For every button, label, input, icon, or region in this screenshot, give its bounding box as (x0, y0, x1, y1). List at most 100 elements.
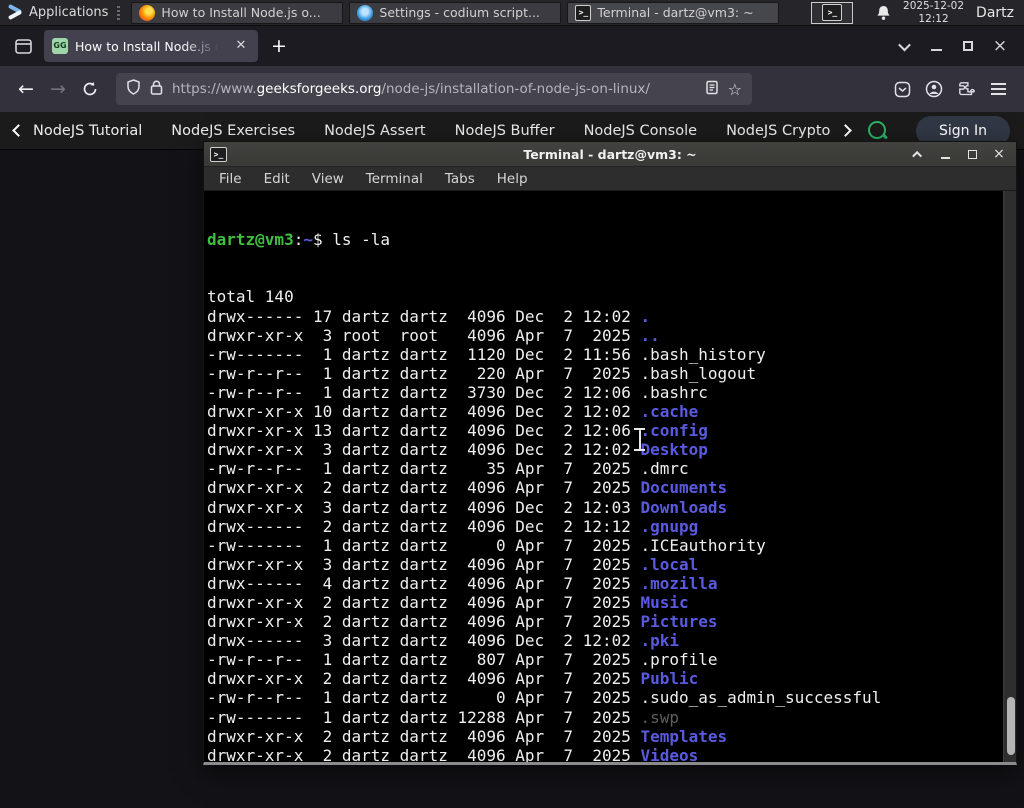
terminal-close-button[interactable]: × (992, 147, 1006, 161)
gfg-nav-link[interactable]: NodeJS Assert (324, 123, 426, 139)
list-all-tabs-button[interactable] (888, 31, 920, 61)
window-task-list: How to Install Node.js o... Settings - c… (125, 1, 780, 24)
terminal-output-line: drwxr-xr-x 13 dartz dartz 4096 Dec 2 12:… (207, 421, 708, 441)
terminal-maximize-button[interactable] (965, 147, 979, 161)
terminal-scrollbar[interactable] (1003, 191, 1016, 762)
reload-button[interactable] (74, 73, 106, 105)
terminal-title: Terminal - dartz@vm3: ~ (523, 146, 697, 162)
url-bar[interactable]: https://www.geeksforgeeks.org/node-js/in… (116, 73, 752, 105)
reader-view-icon[interactable] (705, 80, 719, 99)
taskbar-window-button[interactable]: How to Install Node.js o... (131, 1, 344, 24)
gfg-nav-link[interactable]: NodeJS Exercises (171, 123, 295, 139)
terminal-menu-item[interactable]: Tabs (445, 171, 475, 187)
browser-maximize-button[interactable] (952, 31, 984, 61)
taskbar-window-label: Terminal - dartz@vm3: ~ (597, 5, 754, 20)
forward-button[interactable]: → (42, 73, 74, 105)
tracking-shield-icon[interactable] (126, 79, 141, 99)
terminal-shade-button[interactable] (911, 147, 925, 161)
search-icon[interactable] (866, 119, 890, 143)
terminal-output-line: -rw------- 1 dartz dartz 1120 Dec 2 11:5… (207, 344, 766, 364)
firefox-view-icon[interactable] (8, 31, 38, 61)
taskbar-window-label: Settings - codium script... (379, 5, 540, 20)
taskbar-window-button[interactable]: Settings - codium script... (349, 1, 562, 24)
firefox-navigation-toolbar: ← → https://www.geeksforgeeks.org/node-j… (0, 66, 1024, 112)
gfg-nav-link[interactable]: NodeJS Tutorial (33, 123, 142, 139)
terminal-menu-item[interactable]: Edit (264, 171, 290, 187)
clock-date: 2025-12-02 (903, 0, 965, 12)
panel-clock[interactable]: 2025-12-02 12:12 (903, 0, 964, 25)
back-button[interactable]: ← (10, 73, 42, 105)
gfg-nav-link[interactable]: NodeJS Buffer (455, 123, 555, 139)
terminal-menu-item[interactable]: File (219, 171, 242, 187)
terminal-screen[interactable]: dartz@vm3:~$ ls -la total 140 drwx------ … (204, 191, 1016, 762)
chevron-down-icon (897, 38, 911, 51)
terminal-output-line: drwxr-xr-x 3 dartz dartz 4096 Dec 2 12:0… (207, 497, 728, 517)
terminal-menu-item[interactable]: Terminal (366, 171, 423, 187)
gfg-nav-link[interactable]: NodeJS Crypto (726, 123, 830, 139)
taskbar-window-label: How to Install Node.js o... (161, 5, 321, 20)
terminal-output-line: drwxr-xr-x 3 root root 4096 Apr 7 2025 .… (207, 325, 660, 345)
terminal-output-line: drwxr-xr-x 2 dartz dartz 4096 Apr 7 2025… (207, 669, 699, 689)
pocket-icon[interactable] (886, 73, 918, 105)
menu-hamburger-icon[interactable] (982, 73, 1014, 105)
terminal-output-line: drwx------ 2 dartz dartz 4096 Dec 2 12:1… (207, 516, 699, 536)
terminal-output-line: drwx------ 3 dartz dartz 4096 Dec 2 12:0… (207, 631, 680, 651)
terminal-output-line: -rw------- 1 dartz dartz 0 Apr 7 2025 .I… (207, 535, 766, 555)
new-tab-button[interactable]: + (264, 31, 294, 61)
minimize-icon (930, 49, 942, 51)
notification-bell-icon[interactable] (876, 5, 891, 21)
terminal-prompt-line: dartz@vm3:~$ ls -la (207, 230, 391, 250)
terminal-output-line: -rw-r--r-- 1 dartz dartz 0 Apr 7 2025 .s… (207, 688, 882, 708)
applications-menu-button[interactable]: Applications (0, 0, 115, 26)
user-menu[interactable]: Dartz (976, 5, 1014, 21)
terminal-minimize-button[interactable] (938, 147, 952, 161)
terminal-output-line: drwxr-xr-x 2 dartz dartz 4096 Apr 7 2025… (207, 745, 699, 762)
taskbar-window-button[interactable]: >_ Terminal - dartz@vm3: ~ (567, 1, 780, 24)
browser-minimize-button[interactable] (920, 31, 952, 61)
applications-label: Applications (29, 5, 109, 20)
tab-close-icon[interactable]: ✕ (232, 37, 250, 55)
geeksforgeeks-favicon: GG (52, 38, 68, 54)
browser-close-button[interactable]: × (984, 31, 1016, 61)
terminal-output-line: drwxr-xr-x 3 dartz dartz 4096 Apr 7 2025… (207, 554, 699, 574)
terminal-output-line: drwxr-xr-x 2 dartz dartz 4096 Apr 7 2025… (207, 478, 728, 498)
terminal-output-line: total 140 (207, 287, 294, 307)
terminal-scrollbar-thumb[interactable] (1007, 697, 1015, 755)
terminal-menu-item[interactable]: Help (497, 171, 528, 187)
bookmark-star-icon[interactable]: ☆ (728, 80, 742, 99)
maximize-icon (963, 41, 973, 51)
maximize-icon (967, 149, 977, 159)
terminal-title-bar[interactable]: >_ Terminal - dartz@vm3: ~ × (204, 142, 1016, 167)
terminal-menu-item[interactable]: View (312, 171, 344, 187)
vscodium-icon (357, 4, 374, 21)
account-icon[interactable] (918, 73, 950, 105)
terminal-output-line: -rw-r--r-- 1 dartz dartz 220 Apr 7 2025 … (207, 363, 757, 383)
lock-icon[interactable] (150, 80, 163, 99)
workspace-switcher[interactable]: >_ (811, 1, 854, 24)
terminal-output-line: drwxr-xr-x 2 dartz dartz 4096 Apr 7 2025… (207, 592, 689, 612)
terminal-output-line: drwx------ 17 dartz dartz 4096 Dec 2 12:… (207, 306, 651, 326)
gfg-nav-link[interactable]: NodeJS Console (584, 123, 698, 139)
terminal-app-icon: >_ (210, 146, 227, 162)
desktop-panel: Applications How to Install Node.js o...… (0, 0, 1024, 26)
minimize-icon (940, 156, 950, 159)
prompt-path: ~ (303, 230, 313, 250)
nav-scroll-left-icon[interactable] (12, 124, 25, 137)
terminal-icon: >_ (575, 4, 592, 21)
gfg-nav-links: NodeJS Tutorial NodeJS Exercises NodeJS … (33, 123, 843, 139)
terminal-output-line: drwxr-xr-x 2 dartz dartz 4096 Apr 7 2025… (207, 612, 718, 632)
terminal-output-line: -rw-r--r-- 1 dartz dartz 3730 Dec 2 12:0… (207, 382, 708, 402)
xubuntu-logo-icon (7, 5, 24, 20)
firefox-tab-bar: GG How to Install Node.js on ✕ + × (0, 26, 1024, 66)
terminal-menu-bar: File Edit View Terminal Tabs Help (204, 167, 1016, 191)
prompt-user-host: dartz@vm3 (207, 230, 294, 250)
terminal-window: >_ Terminal - dartz@vm3: ~ × File Edit V… (203, 141, 1017, 765)
panel-separator (117, 5, 121, 20)
browser-tab-active[interactable]: GG How to Install Node.js on ✕ (44, 30, 258, 62)
prompt-command: ls -la (332, 230, 391, 250)
chevron-up-icon (911, 150, 922, 161)
extensions-puzzle-icon[interactable] (950, 73, 982, 105)
terminal-output-line: drwxr-xr-x 10 dartz dartz 4096 Dec 2 12:… (207, 402, 699, 422)
terminal-output-line: -rw------- 1 dartz dartz 12288 Apr 7 202… (207, 707, 680, 727)
terminal-output-line: drwx------ 4 dartz dartz 4096 Apr 7 2025… (207, 573, 718, 593)
